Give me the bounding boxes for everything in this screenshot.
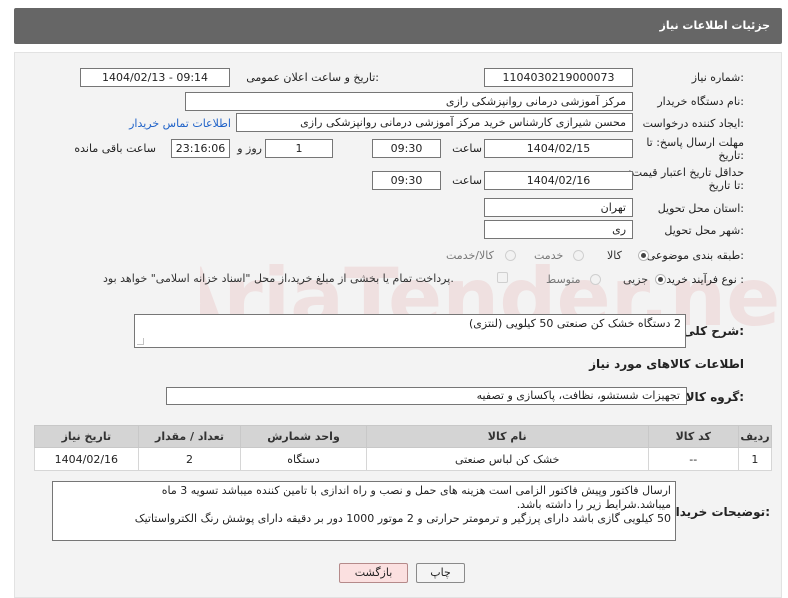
cell-name: خشک کن لباس صنعتی	[365, 447, 649, 471]
buyer-notes-label: توضیحات خریدار:	[668, 505, 770, 519]
items-table: ردیف کد کالا نام کالا واحد شمارش تعداد /…	[34, 425, 773, 471]
requester-field: محسن شیرازی کارشناس خرید مرکز آموزشی درم…	[236, 113, 633, 132]
announce-field: 1404/02/13 - 09:14	[80, 68, 230, 87]
table-header-row: ردیف کد کالا نام کالا واحد شمارش تعداد /…	[34, 425, 773, 448]
process-radio-medium[interactable]	[590, 274, 601, 285]
treasury-checkbox[interactable]	[497, 272, 508, 283]
category-option-goods-service: کالا/خدمت	[446, 249, 494, 262]
category-radio-service[interactable]	[573, 250, 584, 261]
back-button[interactable]: بازگشت	[339, 563, 408, 583]
deadline-time-label: ساعت	[452, 142, 482, 155]
requester-label: ایجاد کننده درخواست:	[642, 117, 744, 130]
validity-label: حداقل تاریخ اعتبار قیمت: تا تاریخ:	[628, 166, 744, 192]
process-label: نوع فرآیند خرید :	[666, 273, 744, 286]
validity-date-field: 1404/02/16	[484, 171, 633, 190]
city-field: ری	[484, 220, 633, 239]
buyer-notes-line-1: ارسال فاکتور وپیش فاکتور الزامی است هزین…	[161, 484, 671, 497]
announce-label: تاریخ و ساعت اعلان عمومی:	[246, 71, 379, 84]
buyer-field: مرکز آموزشی درمانی روانپزشکی رازی	[185, 92, 633, 111]
cell-code: --	[647, 447, 739, 471]
page-title: جزئیات اطلاعات نیاز	[659, 19, 771, 32]
days-field: 1	[265, 139, 333, 158]
need-number-field: 1104030219000073	[484, 68, 633, 87]
goods-group-field: تجهیزات شستشو، نظافت، پاکسازی و تصفیه	[166, 387, 687, 405]
cell-unit: دستگاه	[240, 447, 367, 471]
col-row-header: ردیف	[737, 425, 773, 448]
col-date-header: تاریخ نیاز	[34, 425, 139, 448]
cell-qty: 2	[137, 447, 242, 471]
deadline-date-field: 1404/02/15	[484, 139, 633, 158]
remaining-time-field: 23:16:06	[171, 139, 230, 158]
buyer-notes-line-3: 50 کیلویی گازی باشد دارای پرزگیر و ترموم…	[134, 512, 671, 525]
cell-row: 1	[737, 447, 773, 471]
print-button[interactable]: چاپ	[416, 563, 465, 583]
province-label: استان محل تحویل:	[657, 202, 744, 215]
col-code-header: کد کالا	[647, 425, 739, 448]
description-textarea: 2 دستگاه خشک کن صنعتی 50 کیلویی (لنتزی)	[134, 314, 686, 348]
buyer-notes-line-2: میباشد.شرایط زیر را داشته باشد.	[516, 498, 671, 511]
need-number-label: شماره نیاز:	[691, 71, 744, 84]
col-unit-header: واحد شمارش	[240, 425, 367, 448]
days-label: روز و	[237, 142, 262, 155]
table-row[interactable]: 1 -- خشک کن لباس صنعتی دستگاه 2 1404/02/…	[34, 447, 773, 471]
resize-grip-icon[interactable]	[137, 338, 144, 345]
col-qty-header: تعداد / مقدار	[137, 425, 242, 448]
validity-time-field: 09:30	[372, 171, 441, 190]
category-radio-goods-service[interactable]	[505, 250, 516, 261]
buyer-notes-textarea: ارسال فاکتور وپیش فاکتور الزامی است هزین…	[52, 481, 676, 541]
province-field: تهران	[484, 198, 633, 217]
category-label: طبقه بندی موضوعی:	[646, 249, 744, 262]
treasury-note: پرداخت تمام یا بخشی از مبلغ خرید،از محل …	[103, 272, 454, 285]
category-option-goods: کالا	[607, 249, 622, 262]
validity-time-label: ساعت	[452, 174, 482, 187]
description-text: 2 دستگاه خشک کن صنعتی 50 کیلویی (لنتزی)	[469, 317, 681, 330]
process-radio-minor[interactable]	[655, 274, 666, 285]
page-header: جزئیات اطلاعات نیاز	[14, 8, 782, 44]
deadline-time-field: 09:30	[372, 139, 441, 158]
process-option-minor: جزیی	[623, 273, 649, 286]
buyer-contact-link[interactable]: اطلاعات تماس خریدار	[129, 117, 231, 130]
remaining-label: ساعت باقی مانده	[74, 142, 156, 155]
category-option-service: خدمت	[534, 249, 564, 262]
goods-group-label: گروه کالا:	[685, 390, 744, 404]
deadline-label: مهلت ارسال پاسخ: تا تاریخ:	[646, 136, 744, 162]
category-radio-goods[interactable]	[638, 250, 649, 261]
goods-section-title: اطلاعات کالاهای مورد نیاز	[589, 357, 744, 371]
cell-date: 1404/02/16	[34, 447, 139, 471]
city-label: شهر محل تحویل:	[664, 224, 744, 237]
buyer-label: نام دستگاه خریدار:	[657, 95, 744, 108]
col-name-header: نام کالا	[365, 425, 649, 448]
process-option-medium: متوسط	[546, 273, 581, 286]
